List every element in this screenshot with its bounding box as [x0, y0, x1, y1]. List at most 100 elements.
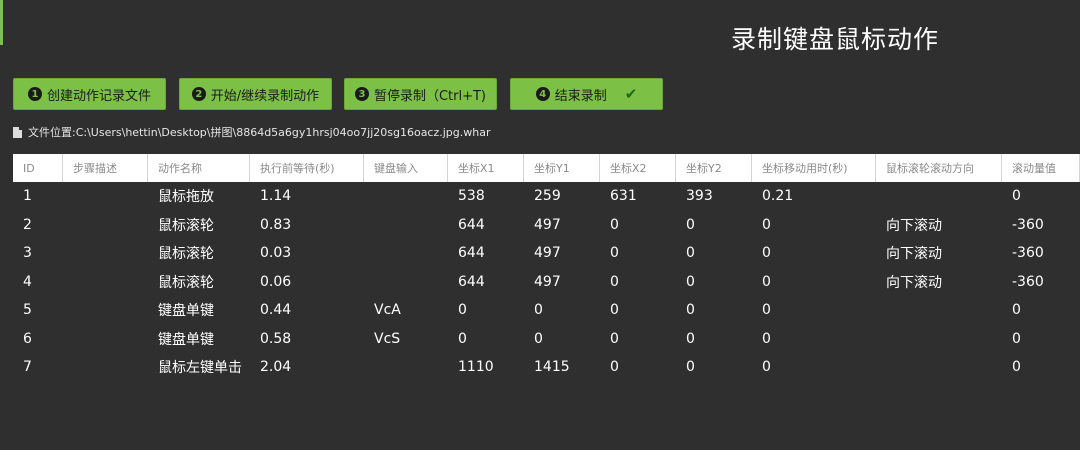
cell-action-name[interactable]: 键盘单键: [148, 329, 250, 349]
cell-action-name[interactable]: 鼠标滚轮: [148, 272, 250, 292]
table-row[interactable]: 7 鼠标左键单击 2.04 1110 1415 0 0 0 0: [13, 353, 1080, 382]
cell-x2[interactable]: 0: [600, 217, 676, 233]
cell-wait[interactable]: 0.44: [250, 302, 364, 318]
cell-x2[interactable]: 631: [600, 188, 676, 204]
cell-wait[interactable]: 0.83: [250, 217, 364, 233]
cell-action-name[interactable]: 鼠标滚轮: [148, 215, 250, 235]
cell-y1[interactable]: 497: [524, 274, 600, 290]
cell-x2[interactable]: 0: [600, 331, 676, 347]
column-header-move-time[interactable]: 坐标移动用时(秒): [752, 154, 876, 182]
cell-x1[interactable]: 0: [448, 331, 524, 347]
table-body: 1 鼠标拖放 1.14 538 259 631 393 0.21 0 2 鼠标滚轮 0.83 644 49…: [13, 182, 1080, 382]
cell-action-name[interactable]: 鼠标拖放: [148, 186, 250, 206]
cell-key-input[interactable]: VcS: [364, 331, 448, 347]
cell-scroll-amount[interactable]: 0: [1002, 188, 1080, 204]
cell-move-time[interactable]: 0: [752, 274, 876, 290]
cell-id[interactable]: 3: [13, 245, 63, 261]
table-row[interactable]: 3 鼠标滚轮 0.03 644 497 0 0 0 向下滚动 -360: [13, 239, 1080, 268]
cell-id[interactable]: 5: [13, 302, 63, 318]
cell-x2[interactable]: 0: [600, 245, 676, 261]
table-header: ID 步骤描述 动作名称 执行前等待(秒) 键盘输入 坐标X1 坐标Y1 坐标X…: [13, 154, 1080, 182]
create-file-button[interactable]: 1 创建动作记录文件: [13, 78, 166, 110]
cell-move-time[interactable]: 0: [752, 302, 876, 318]
cell-wait[interactable]: 0.58: [250, 331, 364, 347]
cell-scroll-amount[interactable]: -360: [1002, 245, 1080, 261]
cell-y2[interactable]: 0: [676, 245, 752, 261]
cell-x2[interactable]: 0: [600, 359, 676, 375]
table-row[interactable]: 2 鼠标滚轮 0.83 644 497 0 0 0 向下滚动 -360: [13, 211, 1080, 240]
cell-x1[interactable]: 644: [448, 274, 524, 290]
cell-wait[interactable]: 1.14: [250, 188, 364, 204]
cell-move-time[interactable]: 0.21: [752, 188, 876, 204]
cell-y1[interactable]: 497: [524, 245, 600, 261]
cell-y1[interactable]: 0: [524, 302, 600, 318]
cell-scroll-amount[interactable]: 0: [1002, 359, 1080, 375]
pause-record-label: 暂停录制（Ctrl+T): [373, 88, 487, 104]
cell-key-input[interactable]: VcA: [364, 302, 448, 318]
actions-table: ID 步骤描述 动作名称 执行前等待(秒) 键盘输入 坐标X1 坐标Y1 坐标X…: [13, 154, 1080, 382]
cell-x1[interactable]: 0: [448, 302, 524, 318]
column-header-x2[interactable]: 坐标X2: [600, 154, 676, 182]
cell-y2[interactable]: 0: [676, 302, 752, 318]
cell-x1[interactable]: 644: [448, 217, 524, 233]
column-header-scroll-amount[interactable]: 滚动量值: [1002, 154, 1080, 182]
cell-id[interactable]: 2: [13, 217, 63, 233]
column-header-y1[interactable]: 坐标Y1: [524, 154, 600, 182]
cell-y1[interactable]: 1415: [524, 359, 600, 375]
cell-move-time[interactable]: 0: [752, 359, 876, 375]
column-header-action-name[interactable]: 动作名称: [148, 154, 250, 182]
stop-record-button[interactable]: 4 结束录制 ✔: [510, 78, 663, 110]
cell-x1[interactable]: 1110: [448, 359, 524, 375]
cell-move-time[interactable]: 0: [752, 331, 876, 347]
cell-y1[interactable]: 0: [524, 331, 600, 347]
cell-scroll-direction[interactable]: 向下滚动: [876, 215, 1002, 235]
cell-id[interactable]: 4: [13, 274, 63, 290]
step-number-icon: 3: [354, 87, 369, 101]
cell-scroll-amount[interactable]: -360: [1002, 274, 1080, 290]
cell-x2[interactable]: 0: [600, 302, 676, 318]
stop-record-label: 结束录制: [554, 88, 607, 104]
cell-x2[interactable]: 0: [600, 274, 676, 290]
cell-scroll-direction[interactable]: 向下滚动: [876, 272, 1002, 292]
start-record-button[interactable]: 2 开始/继续录制动作: [179, 78, 332, 110]
cell-y1[interactable]: 497: [524, 217, 600, 233]
column-header-key-input[interactable]: 键盘输入: [364, 154, 448, 182]
cell-wait[interactable]: 0.03: [250, 245, 364, 261]
cell-x1[interactable]: 538: [448, 188, 524, 204]
step-number-icon: 2: [191, 87, 206, 101]
cell-id[interactable]: 7: [13, 359, 63, 375]
table-row[interactable]: 1 鼠标拖放 1.14 538 259 631 393 0.21 0: [13, 182, 1080, 211]
cell-wait[interactable]: 2.04: [250, 359, 364, 375]
cell-wait[interactable]: 0.06: [250, 274, 364, 290]
cell-y2[interactable]: 0: [676, 331, 752, 347]
table-row[interactable]: 6 键盘单键 0.58 VcS 0 0 0 0 0 0: [13, 325, 1080, 354]
cell-action-name[interactable]: 鼠标滚轮: [148, 243, 250, 263]
cell-id[interactable]: 6: [13, 331, 63, 347]
app-window: 录制键盘鼠标动作 1 创建动作记录文件 2 开始/继续录制动作 3 暂停录制（C…: [0, 0, 1080, 450]
cell-scroll-amount[interactable]: 0: [1002, 331, 1080, 347]
pause-record-button[interactable]: 3 暂停录制（Ctrl+T): [344, 78, 497, 110]
cell-scroll-amount[interactable]: -360: [1002, 217, 1080, 233]
cell-y2[interactable]: 0: [676, 359, 752, 375]
column-header-step-desc[interactable]: 步骤描述: [63, 154, 148, 182]
step-number-icon: 1: [27, 87, 42, 101]
column-header-y2[interactable]: 坐标Y2: [676, 154, 752, 182]
column-header-scroll-direction[interactable]: 鼠标滚轮滚动方向: [876, 154, 1002, 182]
cell-scroll-direction[interactable]: 向下滚动: [876, 243, 1002, 263]
cell-y1[interactable]: 259: [524, 188, 600, 204]
cell-y2[interactable]: 0: [676, 217, 752, 233]
column-header-id[interactable]: ID: [13, 154, 63, 182]
cell-move-time[interactable]: 0: [752, 217, 876, 233]
cell-x1[interactable]: 644: [448, 245, 524, 261]
cell-y2[interactable]: 393: [676, 188, 752, 204]
column-header-wait[interactable]: 执行前等待(秒): [250, 154, 364, 182]
table-row[interactable]: 5 键盘单键 0.44 VcA 0 0 0 0 0 0: [13, 296, 1080, 325]
cell-action-name[interactable]: 键盘单键: [148, 300, 250, 320]
cell-scroll-amount[interactable]: 0: [1002, 302, 1080, 318]
cell-action-name[interactable]: 鼠标左键单击: [148, 357, 250, 377]
cell-y2[interactable]: 0: [676, 274, 752, 290]
cell-id[interactable]: 1: [13, 188, 63, 204]
column-header-x1[interactable]: 坐标X1: [448, 154, 524, 182]
table-row[interactable]: 4 鼠标滚轮 0.06 644 497 0 0 0 向下滚动 -360: [13, 268, 1080, 297]
cell-move-time[interactable]: 0: [752, 245, 876, 261]
